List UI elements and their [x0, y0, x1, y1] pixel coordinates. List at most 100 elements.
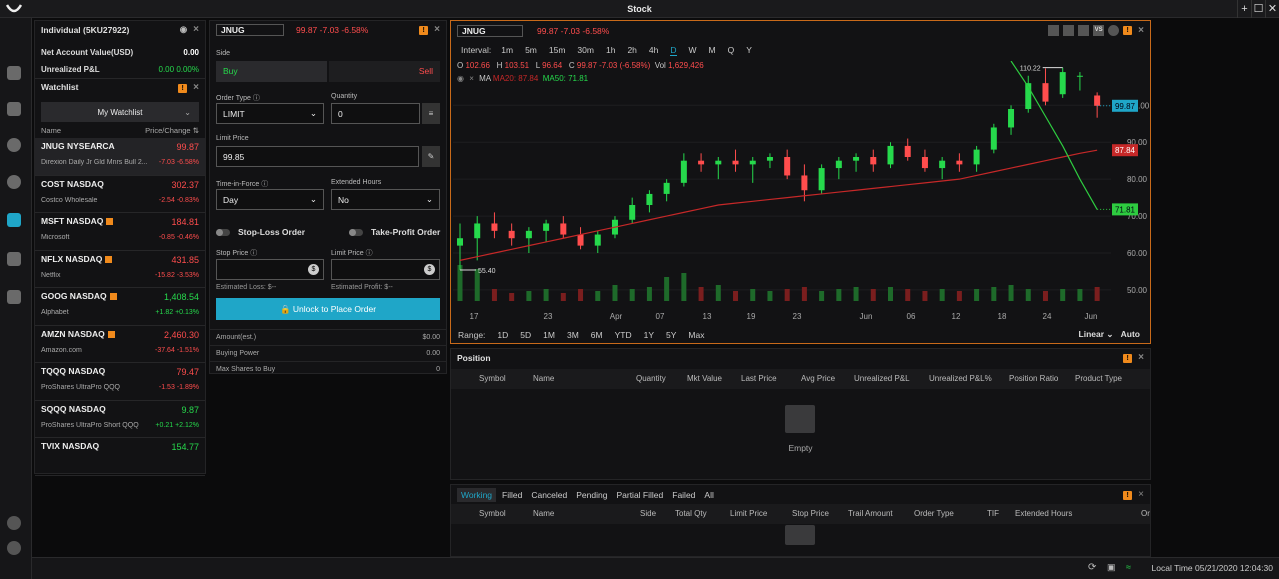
nav-markets-icon[interactable]: [7, 66, 21, 80]
orders-tab[interactable]: Pending: [576, 490, 607, 500]
range-6M[interactable]: 6M: [591, 330, 603, 340]
range-1M[interactable]: 1M: [543, 330, 555, 340]
orders-col[interactable]: Name: [533, 504, 554, 524]
close-icon[interactable]: ×: [1138, 489, 1144, 500]
interval-15m[interactable]: 15m: [549, 45, 566, 55]
orders-col[interactable]: Total Qty: [675, 504, 707, 524]
alert-icon[interactable]: !: [178, 83, 188, 93]
orders-col[interactable]: Limit Price: [730, 504, 767, 524]
range-5Y[interactable]: 5Y: [666, 330, 676, 340]
orders-col[interactable]: Or: [1141, 504, 1150, 524]
orders-col[interactable]: Side: [640, 504, 656, 524]
interval-Q[interactable]: Q: [728, 45, 735, 55]
close-icon[interactable]: ×: [193, 82, 199, 93]
orders-col[interactable]: Order Type: [914, 504, 954, 524]
refresh-icon[interactable]: ⟳: [1088, 562, 1096, 573]
scale-select[interactable]: Linear: [1079, 329, 1105, 339]
range-3M[interactable]: 3M: [567, 330, 579, 340]
range-Max[interactable]: Max: [688, 330, 704, 340]
range-YTD[interactable]: YTD: [615, 330, 632, 340]
close-window-button[interactable]: ✕: [1265, 0, 1279, 18]
nav-chat-icon[interactable]: [7, 175, 21, 189]
position-col[interactable]: Avg Price: [801, 369, 835, 389]
info-icon[interactable]: ⓘ: [366, 250, 373, 257]
position-col[interactable]: Position Ratio: [1009, 369, 1058, 389]
info-icon[interactable]: ⓘ: [253, 95, 260, 102]
position-col[interactable]: Unrealized P&L: [854, 369, 910, 389]
close-icon[interactable]: ×: [1138, 352, 1144, 363]
nav-support-icon[interactable]: [7, 516, 21, 530]
interval-4h[interactable]: 4h: [649, 45, 658, 55]
orders-tab[interactable]: Working: [457, 487, 497, 502]
watchlist-row[interactable]: SQQQ NASDAQ ProShares UltraPro Short QQQ 9…: [35, 401, 205, 438]
extended-hours-select[interactable]: No ⌄: [331, 189, 440, 210]
add-window-button[interactable]: +: [1237, 0, 1251, 18]
position-col[interactable]: Quantity: [636, 369, 666, 389]
info-icon[interactable]: ⓘ: [261, 181, 268, 188]
alert-icon[interactable]: !: [1123, 354, 1133, 363]
interval-Y[interactable]: Y: [746, 45, 752, 55]
order-type-select[interactable]: LIMIT ⌄: [216, 103, 324, 124]
orders-col[interactable]: Stop Price: [792, 504, 829, 524]
layout-icon[interactable]: [1063, 25, 1075, 36]
watchlist-row[interactable]: TQQQ NASDAQ ProShares UltraPro QQQ 79.47 -1…: [35, 363, 205, 401]
quantity-input[interactable]: 0: [331, 103, 420, 124]
nav-settings-icon[interactable]: [7, 541, 21, 555]
indicator-icon[interactable]: [1078, 25, 1090, 36]
unlock-button[interactable]: 🔒 Unlock to Place Order: [216, 298, 440, 320]
orders-tab[interactable]: Partial Filled: [616, 490, 663, 500]
nav-chart-icon[interactable]: [7, 102, 21, 116]
interval-5m[interactable]: 5m: [525, 45, 537, 55]
nav-trade-icon[interactable]: [7, 213, 21, 227]
auto-button[interactable]: Auto: [1121, 329, 1140, 339]
orders-col[interactable]: Extended Hours: [1015, 504, 1072, 524]
interval-1m[interactable]: 1m: [501, 45, 513, 55]
orders-col[interactable]: Symbol: [479, 504, 506, 524]
take-profit-toggle[interactable]: [349, 229, 363, 236]
position-col[interactable]: Last Price: [741, 369, 777, 389]
range-5D[interactable]: 5D: [520, 330, 531, 340]
stop-price-input[interactable]: $: [216, 259, 324, 280]
account-name[interactable]: Individual (5KU27922): [41, 25, 129, 35]
interval-2h[interactable]: 2h: [627, 45, 636, 55]
range-1Y[interactable]: 1Y: [644, 330, 654, 340]
nav-globe-icon[interactable]: [7, 138, 21, 152]
alert-icon[interactable]: !: [419, 26, 429, 35]
close-icon[interactable]: ×: [193, 24, 199, 35]
watchlist-row[interactable]: GOOG NASDAQ Alphabet 1,408.54 +1.82 +0.13%: [35, 288, 205, 326]
nav-dollar-icon[interactable]: [7, 290, 21, 304]
stop-loss-toggle[interactable]: [216, 229, 230, 236]
maximize-button[interactable]: ☐: [1251, 0, 1265, 18]
range-1D[interactable]: 1D: [497, 330, 508, 340]
interval-W[interactable]: W: [689, 45, 697, 55]
price-chart[interactable]: 50.0060.0070.0080.0090.00100.001723Apr07…: [451, 61, 1150, 324]
close-icon[interactable]: ×: [1138, 25, 1144, 36]
watchlist-row[interactable]: MSFT NASDAQ Microsoft 184.81 -0.85 -0.46%: [35, 213, 205, 251]
lock-icon[interactable]: ▣: [1107, 562, 1116, 573]
tp-limit-price-input[interactable]: $: [331, 259, 440, 280]
sell-button[interactable]: Sell: [329, 61, 440, 82]
orders-col[interactable]: TIF: [987, 504, 999, 524]
orders-tab[interactable]: All: [704, 490, 713, 500]
gear-icon[interactable]: [1108, 25, 1120, 36]
alert-icon[interactable]: !: [1123, 491, 1133, 500]
buy-button[interactable]: Buy: [216, 61, 327, 82]
position-col[interactable]: Symbol: [479, 369, 506, 389]
order-symbol-input[interactable]: JNUG: [216, 23, 284, 36]
watchlist-row[interactable]: TVIX NASDAQ 154.77: [35, 438, 205, 476]
position-col[interactable]: Mkt Value: [687, 369, 722, 389]
watchlist-row[interactable]: JNUG NYSEARCA Direxion Daily Jr Gld Mnrs …: [35, 138, 205, 176]
interval-30m[interactable]: 30m: [577, 45, 594, 55]
watchlist-row[interactable]: AMZN NASDAQ Amazon.com 2,460.30 -37.64 -1.5…: [35, 326, 205, 363]
nav-wallet-icon[interactable]: [7, 252, 21, 266]
position-col[interactable]: Name: [533, 369, 554, 389]
watchlist-row[interactable]: NFLX NASDAQ Netflix 431.85 -15.82 -3.53%: [35, 251, 205, 288]
compare-icon[interactable]: VS: [1093, 25, 1105, 36]
position-col[interactable]: Product Type: [1075, 369, 1122, 389]
chart-symbol-input[interactable]: JNUG: [457, 24, 523, 37]
col-price-change[interactable]: Price/Change: [145, 126, 190, 135]
draw-icon[interactable]: [1048, 25, 1060, 36]
orders-col[interactable]: Trail Amount: [848, 504, 893, 524]
interval-D[interactable]: D: [670, 45, 677, 56]
watchlist-selector[interactable]: My Watchlist ⌄: [41, 102, 199, 122]
